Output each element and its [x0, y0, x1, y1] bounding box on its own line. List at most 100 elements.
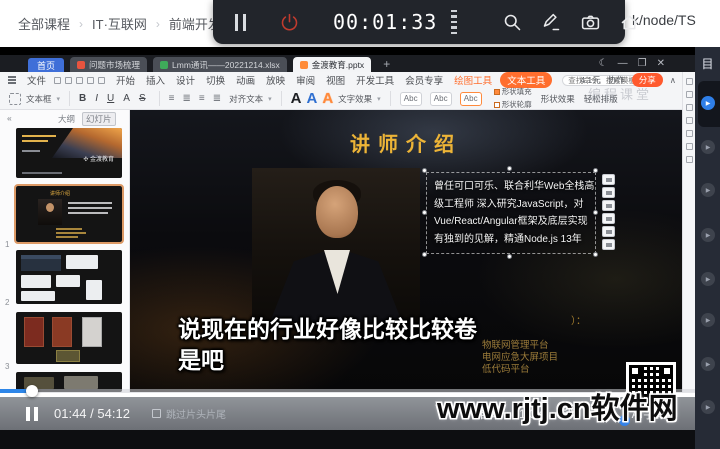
power-stop-icon[interactable]	[279, 11, 300, 33]
drag-handle[interactable]	[451, 9, 458, 35]
collapse-panel-icon[interactable]: «	[7, 113, 12, 123]
style-preset[interactable]: Abc	[429, 91, 452, 106]
chapter-play-button-active[interactable]: ▶	[701, 96, 715, 110]
paragraph-buttons[interactable]: ≡ ≣ ≡ ≣ 对齐文本 ▾	[169, 93, 272, 105]
pause-button[interactable]	[26, 406, 38, 421]
new-tab-button[interactable]: +	[383, 57, 390, 71]
breadcrumb-it-internet[interactable]: IT·互联网	[92, 14, 147, 33]
shape-outline-label[interactable]: 形状轮廓	[502, 100, 532, 109]
menu-file[interactable]: 文件	[27, 73, 46, 87]
tab-outline[interactable]: 大纲	[58, 113, 75, 125]
underline-button[interactable]: U	[107, 93, 114, 104]
chapter-play-button[interactable]: ▶	[701, 400, 715, 414]
menu-item[interactable]: 放映	[266, 73, 285, 87]
menu-item[interactable]: 设计	[176, 73, 195, 87]
collapse-ribbon-icon[interactable]: ∧	[670, 75, 676, 86]
menu-item[interactable]: 动画	[236, 73, 255, 87]
home-icon[interactable]	[619, 11, 640, 33]
menu-text-tools-active[interactable]: 文本工具	[500, 72, 553, 88]
minimize-icon[interactable]: —	[618, 58, 628, 69]
sidebar-tool-icon[interactable]	[685, 130, 693, 137]
checkbox-icon[interactable]	[151, 409, 161, 418]
font-buttons[interactable]: B I U A S	[79, 93, 150, 104]
italic-button[interactable]: I	[95, 93, 98, 104]
restore-icon[interactable]: ❐	[638, 58, 647, 69]
selection-handle[interactable]	[507, 254, 512, 259]
sidebar-tool-icon[interactable]	[685, 78, 693, 85]
wps-home-tab[interactable]: 首页	[28, 58, 65, 72]
indent-icon[interactable]: ≡	[199, 93, 205, 104]
selection-handle[interactable]	[593, 252, 598, 257]
menu-item[interactable]: 会员专享	[405, 73, 443, 87]
watermark-url: www.rjtj.cn	[437, 393, 591, 425]
wordart-outline[interactable]: A	[322, 90, 333, 107]
strikethrough-button[interactable]: S	[139, 93, 146, 104]
night-mode-icon[interactable]: ☾	[599, 58, 608, 69]
wordart-plain[interactable]: A	[291, 90, 302, 107]
bullet-list-icon[interactable]: ≡	[169, 93, 175, 104]
line-spacing-icon[interactable]: ≣	[213, 93, 221, 104]
menu-item[interactable]: 切换	[206, 73, 225, 87]
floating-mini-toolbar[interactable]	[602, 174, 615, 250]
slide-thumbnail-1[interactable]: ✣ 金渡教育	[16, 128, 122, 178]
camera-icon[interactable]	[580, 11, 601, 33]
wps-doc-tab[interactable]: 问题市场梳理	[70, 57, 148, 72]
chapter-play-button[interactable]: ▶	[701, 183, 715, 197]
pencil-icon[interactable]	[541, 11, 562, 33]
sidebar-tool-icon[interactable]	[685, 104, 693, 111]
wps-doc-tab[interactable]: Lmm通讯——20221214.xlsx	[153, 57, 287, 72]
style-preset[interactable]: Abc	[459, 91, 482, 106]
recorder-pause-button[interactable]	[235, 13, 246, 31]
menu-item[interactable]: 视图	[326, 73, 345, 87]
close-icon[interactable]: ✕	[657, 58, 665, 69]
sidebar-tool-icon[interactable]	[685, 143, 693, 150]
menu-draw-tools[interactable]: 绘图工具	[454, 73, 492, 87]
align-text-label[interactable]: 对齐文本	[229, 93, 263, 105]
breadcrumb-all-courses[interactable]: 全部课程	[18, 14, 70, 33]
tab-slides-active[interactable]: 幻灯片	[82, 112, 116, 126]
file-operation-icons[interactable]	[54, 76, 106, 84]
sidebar-tool-icon[interactable]	[685, 91, 693, 98]
menu-item[interactable]: 插入	[146, 73, 165, 87]
progress-scrubber[interactable]	[26, 385, 38, 397]
shape-style-presets[interactable]: Abc Abc Abc	[399, 91, 485, 106]
menu-item[interactable]: 开始	[116, 73, 135, 87]
skip-checkbox[interactable]: 跳过片头片尾	[151, 406, 226, 421]
bold-button[interactable]: B	[79, 93, 86, 104]
wps-doc-tab-active[interactable]: 金渡教育.pptx	[292, 57, 372, 72]
search-icon[interactable]	[502, 11, 523, 33]
textbox-tool[interactable]: 文本框 ▾	[9, 92, 60, 105]
shape-fill-label[interactable]: 形状填充	[502, 87, 532, 96]
font-color-button[interactable]: A	[123, 93, 130, 104]
menu-item[interactable]: 开发工具	[356, 73, 394, 87]
sidebar-tool-icon[interactable]	[685, 156, 693, 163]
selection-handle[interactable]	[422, 210, 427, 215]
menu-item[interactable]: 审阅	[296, 73, 315, 87]
selection-handle[interactable]	[422, 168, 427, 173]
selection-handle[interactable]	[593, 168, 598, 173]
wordart-presets[interactable]: A A A 文字效果 ▾	[291, 90, 381, 107]
slide-thumbnail-2-selected[interactable]: 讲师介绍	[14, 184, 124, 244]
chapter-play-button[interactable]: ▶	[701, 228, 715, 242]
hamburger-icon[interactable]	[8, 76, 16, 84]
chapter-play-button[interactable]: ▶	[701, 313, 715, 327]
chapter-play-button[interactable]: ▶	[701, 140, 715, 154]
chapter-play-button[interactable]: ▶	[701, 272, 715, 286]
selection-handle[interactable]	[507, 166, 512, 171]
thumb-photo	[38, 199, 62, 225]
wordart-blue[interactable]: A	[306, 90, 317, 107]
selection-handle[interactable]	[422, 252, 427, 257]
player-bottom-strip	[0, 430, 695, 449]
number-list-icon[interactable]: ≣	[182, 93, 190, 104]
shape-fill-outline[interactable]: 形状填充 形状轮廓	[493, 87, 532, 109]
sidebar-tool-icon[interactable]	[685, 117, 693, 124]
bio-textbox-selected[interactable]: 曾任可口可乐、联合利华Web全栈高 级工程师 深入研究JavaScript，对 …	[426, 172, 596, 254]
slide-thumbnail-4[interactable]	[16, 312, 122, 364]
slide-thumbnail-3[interactable]	[16, 250, 122, 304]
chevron-down-icon: ▾	[377, 95, 381, 103]
style-preset[interactable]: Abc	[399, 91, 422, 106]
text-effect-label[interactable]: 文字效果	[338, 93, 372, 105]
chapter-play-button[interactable]: ▶	[701, 357, 715, 371]
selection-handle[interactable]	[593, 210, 598, 215]
shape-effect[interactable]: 形状效果	[541, 93, 575, 105]
